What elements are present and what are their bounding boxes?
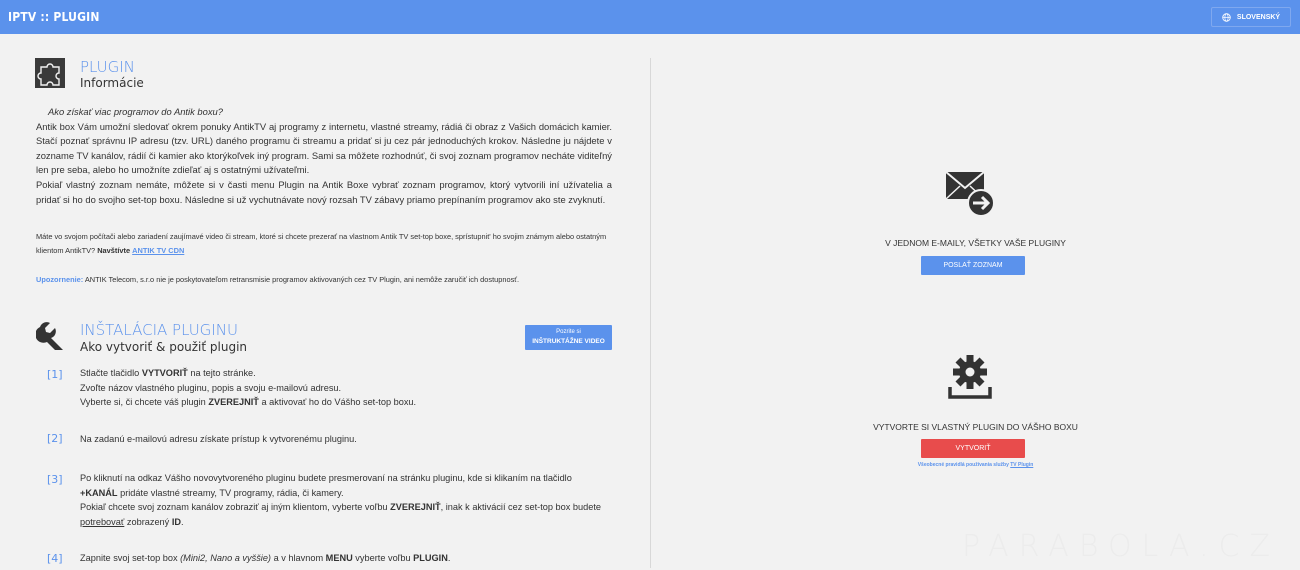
plugin-subtitle: Informácie — [80, 76, 144, 90]
mail-send-icon — [946, 171, 995, 217]
plugin-title: PLUGIN — [80, 58, 135, 76]
step-number-3: [3] — [47, 473, 63, 486]
install-subtitle: Ako vytvoriť & použiť plugin — [80, 340, 248, 354]
warning-label: Upozornenie: — [36, 275, 84, 284]
step-number-4: [4] — [47, 552, 63, 565]
step-text-1: Stlačte tlačidlo VYTVORIŤ na tejto strán… — [80, 368, 417, 407]
step-number-2: [2] — [47, 432, 63, 445]
send-list-button[interactable]: POSLAŤ ZOZNAM — [921, 256, 1025, 275]
warning-note: Upozornenie: ANTIK Telecom, s.r.o nie je… — [36, 273, 612, 287]
rules-link[interactable]: TV Plugin — [1010, 462, 1033, 468]
rules-note: Všeobecné pravidlá používania služby TV … — [651, 462, 1300, 468]
step-text-3: Po kliknutí na odkaz Vášho novovytvorené… — [80, 473, 602, 527]
gear-install-icon — [948, 355, 992, 399]
cdn-visit: Navštívte — [97, 245, 131, 255]
rules-text: Všeobecné pravidlá používania služby — [917, 462, 1009, 468]
step-text-4: Zapnite svoj set-top box (Mini2, Nano a … — [80, 553, 451, 563]
plugin-intro: Ako získať viac programov do Antik boxu?… — [36, 105, 612, 207]
cdn-link[interactable]: ANTIK TV CDN — [132, 246, 184, 255]
video-btn-top: Pozrite si — [556, 329, 581, 335]
globe-icon — [1222, 12, 1231, 22]
intro-question: Ako získať viac programov do Antik boxu? — [48, 106, 223, 117]
top-bar: IPTV :: PLUGIN SLOVENSKÝ — [0, 0, 1300, 34]
wrench-icon — [36, 322, 63, 350]
create-caption: VYTVORTE SI VLASTNÝ PLUGIN DO VÁŠHO BOXU — [873, 422, 1078, 432]
watermark: PARABOLA.CZ — [961, 529, 1280, 564]
right-panel: V JEDNOM E-MAILY, VŠETKY VAŠE PLUGINY PO… — [651, 34, 1300, 570]
cdn-note: Máte vo svojom počítači alebo zariadení … — [36, 230, 612, 258]
video-btn-bottom: INŠTRUKTÁŽNE VIDEO — [532, 338, 605, 345]
warning-text: ANTIK Telecom, s.r.o nie je poskytovateľ… — [84, 275, 520, 284]
step-text-2: Na zadanú e-mailovú adresu získate príst… — [80, 434, 357, 444]
language-selector[interactable]: SLOVENSKÝ — [1211, 7, 1291, 27]
puzzle-icon — [35, 58, 65, 88]
install-title: INŠTALÁCIA PLUGINU — [80, 321, 238, 339]
video-tutorial-button[interactable]: Pozrite si INŠTRUKTÁŽNE VIDEO — [525, 325, 612, 350]
brand-title[interactable]: IPTV :: PLUGIN — [8, 10, 100, 24]
mail-caption: V JEDNOM E-MAILY, VŠETKY VAŠE PLUGINY — [885, 238, 1066, 248]
step-number-1: [1] — [47, 368, 63, 381]
intro-paragraph-1: Antik box Vám umožní sledovať okrem ponu… — [36, 120, 612, 176]
create-plugin-button[interactable]: VYTVORIŤ — [921, 439, 1025, 458]
language-label: SLOVENSKÝ — [1236, 13, 1281, 21]
left-panel: PLUGIN Informácie Ako získať viac progra… — [0, 34, 650, 570]
intro-paragraph-2: Pokiaľ vlastný zoznam nemáte, môžete si … — [36, 178, 612, 205]
